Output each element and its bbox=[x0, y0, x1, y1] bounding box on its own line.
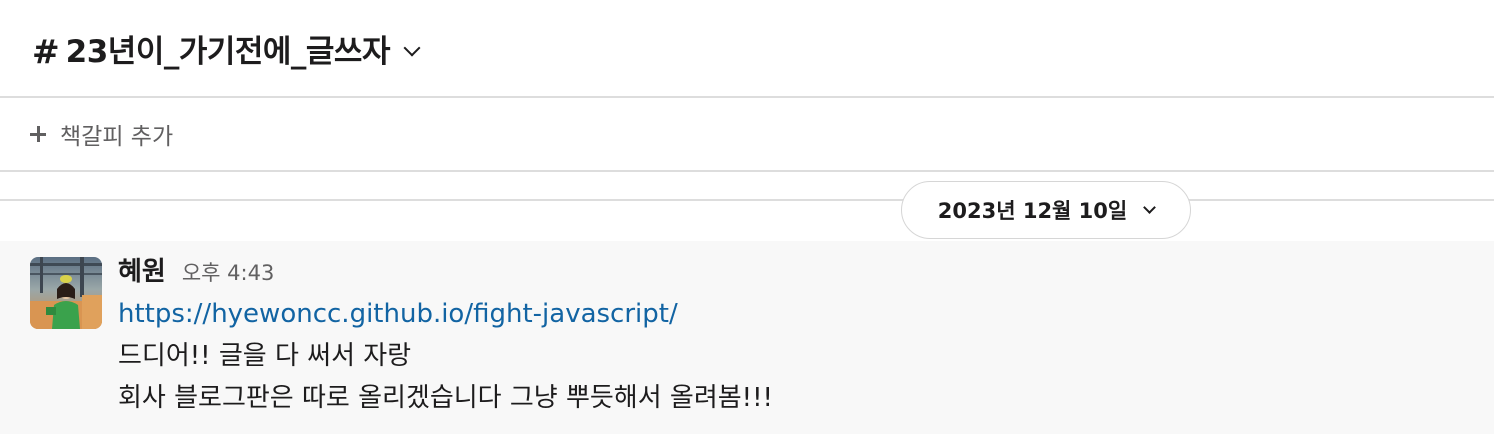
channel-title-button[interactable]: # 23년이_가기전에_글쓰자 bbox=[32, 26, 421, 78]
message-link-line: https://hyewoncc.github.io/fight-javascr… bbox=[118, 293, 1474, 335]
sender-name[interactable]: 혜원 bbox=[118, 251, 166, 288]
message-text-line: 드디어!! 글을 다 써서 자랑 bbox=[118, 341, 412, 371]
message-timestamp[interactable]: 오후 4:43 bbox=[182, 257, 274, 287]
channel-hash-icon: # bbox=[32, 32, 60, 71]
message-header: 혜원 오후 4:43 bbox=[118, 251, 1474, 291]
message-link[interactable]: https://hyewoncc.github.io/fight-javascr… bbox=[118, 299, 678, 329]
channel-name: 23년이_가기전에_글쓰자 bbox=[65, 34, 391, 70]
plus-icon bbox=[30, 126, 46, 142]
date-label: 2023년 12월 10일 bbox=[937, 199, 1128, 223]
message-item[interactable]: 혜원 오후 4:43 https://hyewoncc.github.io/fi… bbox=[0, 241, 1494, 434]
chevron-down-icon bbox=[403, 39, 421, 57]
message-body: 혜원 오후 4:43 https://hyewoncc.github.io/fi… bbox=[118, 251, 1474, 419]
message-text-line: 회사 블로그판은 따로 올리겠습니다 그냥 뿌듯해서 올려봄!!! bbox=[118, 383, 773, 413]
chevron-down-icon bbox=[1143, 200, 1157, 214]
channel-header: # 23년이_가기전에_글쓰자 bbox=[0, 0, 1494, 98]
bookmarks-bar: 책갈피 추가 bbox=[0, 98, 1494, 172]
slack-channel-view: # 23년이_가기전에_글쓰자 책갈피 추가 2023년 12월 10일 혜원 … bbox=[0, 0, 1494, 434]
avatar-image bbox=[30, 257, 102, 329]
avatar[interactable] bbox=[30, 257, 102, 329]
date-divider-line bbox=[0, 199, 1494, 201]
add-bookmark-button[interactable]: 책갈피 추가 bbox=[30, 114, 173, 154]
add-bookmark-label: 책갈피 추가 bbox=[60, 124, 174, 150]
date-jump-button[interactable]: 2023년 12월 10일 bbox=[901, 181, 1191, 239]
